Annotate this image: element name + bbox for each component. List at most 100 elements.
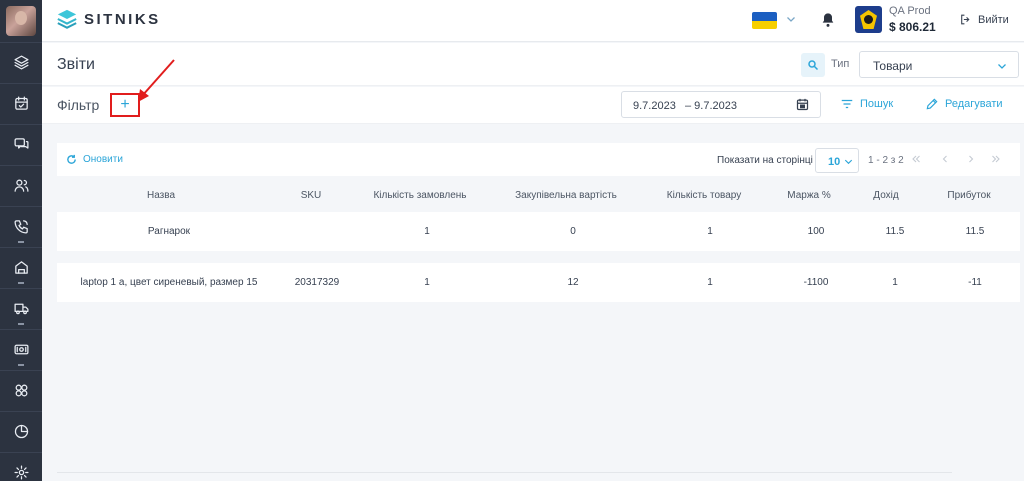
column-header[interactable]: Прибуток	[947, 190, 990, 201]
column-header[interactable]: Кількість замовлень	[373, 190, 466, 201]
filter-icon	[841, 99, 853, 109]
expand-caret	[18, 364, 24, 366]
search-button[interactable]	[801, 53, 825, 77]
user-avatar[interactable]	[6, 6, 36, 36]
table-row[interactable]: laptop 1 a, цвет сиреневый, размер 15 20…	[57, 263, 1020, 302]
refresh-label: Оновити	[83, 154, 123, 165]
home-icon	[14, 261, 28, 274]
last-page-icon[interactable]	[990, 153, 1002, 165]
prev-page-icon[interactable]	[939, 153, 951, 165]
table-row[interactable]: Рагнарок 1 0 1 100 11.5 11.5	[57, 212, 1020, 251]
calendar-check-icon	[14, 96, 28, 110]
phone-icon	[13, 220, 28, 234]
column-header[interactable]: Маржа %	[787, 190, 831, 201]
type-select-value: Товари	[873, 59, 913, 73]
page-title: Звіти	[57, 56, 95, 73]
cell-income: 1	[892, 277, 898, 288]
sidebar-item-clients[interactable]	[0, 165, 42, 205]
refresh-button[interactable]: Оновити	[66, 154, 123, 165]
network-icon	[15, 384, 27, 397]
logout-button[interactable]: Вийти	[959, 13, 1009, 26]
sidebar-item-delivery[interactable]	[0, 288, 42, 328]
chat-icon	[13, 138, 29, 149]
language-flag[interactable]	[752, 12, 777, 29]
calendar-icon	[796, 98, 809, 111]
cell-name: laptop 1 a, цвет сиреневый, размер 15	[80, 277, 258, 288]
pie-chart-icon	[14, 424, 28, 439]
cell-margin: -1100	[803, 277, 829, 288]
expand-caret	[18, 323, 24, 325]
search-filter-button[interactable]: Пошук	[840, 97, 893, 111]
cell-sku: 20317329	[294, 277, 340, 288]
next-page-icon[interactable]	[965, 153, 977, 165]
app-name: SITNIKS	[84, 10, 161, 28]
column-header[interactable]: Дохід	[873, 190, 898, 201]
cell-orders: 1	[424, 226, 430, 237]
cell-quantity: 1	[707, 226, 713, 237]
layers-icon	[13, 55, 29, 70]
first-page-icon[interactable]	[910, 153, 922, 165]
sidebar-item-settings[interactable]	[0, 452, 42, 481]
chevron-down-icon[interactable]	[785, 13, 797, 25]
bell-icon[interactable]	[820, 12, 836, 28]
top-bar: SITNIKS QA Prod $ 806.21 Вийти	[42, 0, 1024, 42]
sitniks-logo-icon	[57, 9, 77, 29]
account-avatar[interactable]	[855, 6, 882, 33]
sidebar-item-integrations[interactable]	[0, 370, 42, 410]
cell-purchase-cost: 12	[567, 277, 579, 288]
sidebar-item-products[interactable]	[0, 42, 42, 82]
truck-icon	[13, 303, 29, 315]
cell-purchase-cost: 0	[570, 226, 576, 237]
column-header[interactable]: Закупівельна вартість	[515, 190, 617, 201]
cell-margin: 100	[807, 226, 825, 237]
expand-caret	[18, 241, 24, 243]
logout-label: Вийти	[978, 13, 1009, 26]
type-select[interactable]: Товари	[859, 51, 1019, 78]
edit-button[interactable]: Редагувати	[925, 97, 1003, 111]
date-to: – 9.7.2023	[685, 100, 737, 112]
search-filter-label: Пошук	[860, 98, 894, 110]
account-name: QA Prod	[889, 5, 931, 17]
sidebar-item-finance[interactable]	[0, 329, 42, 369]
divider	[57, 472, 952, 473]
table-toolbar: Оновити Показати на сторінці 10 1 - 2 з …	[57, 143, 1020, 176]
filter-label: Фільтр	[57, 97, 100, 113]
sidebar	[0, 0, 42, 481]
expand-caret	[18, 282, 24, 284]
account-balance: $ 806.21	[889, 20, 936, 34]
sidebar-item-warehouse[interactable]	[0, 247, 42, 287]
logout-icon	[961, 14, 970, 25]
per-page-label: Показати на сторінці	[717, 155, 813, 166]
table-header: Назва SKU Кількість замовлень Закупівель…	[57, 180, 1020, 208]
chevron-down-icon	[844, 159, 853, 165]
pencil-icon	[926, 98, 938, 110]
cell-orders: 1	[424, 277, 430, 288]
sidebar-item-calls[interactable]	[0, 206, 42, 246]
settings-icon	[13, 465, 29, 480]
pagination-range: 1 - 2 з 2	[868, 155, 904, 166]
cell-income: 11.5	[885, 226, 905, 237]
type-label: Тип	[831, 58, 850, 70]
column-header[interactable]: SKU	[301, 190, 322, 201]
sidebar-item-reports[interactable]	[0, 411, 42, 451]
cell-profit: 11.5	[965, 226, 985, 237]
column-header[interactable]: Кількість товару	[667, 190, 742, 201]
cell-profit: -11	[968, 277, 982, 288]
cash-icon	[13, 344, 29, 355]
app-logo[interactable]: SITNIKS	[56, 8, 161, 30]
per-page-select[interactable]: 10	[815, 148, 859, 173]
date-from: 9.7.2023	[633, 100, 676, 112]
column-header[interactable]: Назва	[147, 190, 175, 201]
cell-name: Рагнарок	[147, 226, 191, 237]
sidebar-item-chats[interactable]	[0, 124, 42, 164]
per-page-value: 10	[828, 156, 841, 168]
search-icon	[808, 60, 819, 71]
cell-quantity: 1	[707, 277, 713, 288]
chevron-down-icon	[998, 64, 1006, 69]
add-filter-label: +	[120, 96, 130, 113]
refresh-icon	[67, 154, 76, 164]
sidebar-item-orders[interactable]	[0, 83, 42, 123]
edit-label: Редагувати	[945, 98, 1003, 110]
date-range-picker[interactable]: 9.7.2023 – 9.7.2023	[621, 91, 821, 118]
users-icon	[13, 179, 29, 192]
